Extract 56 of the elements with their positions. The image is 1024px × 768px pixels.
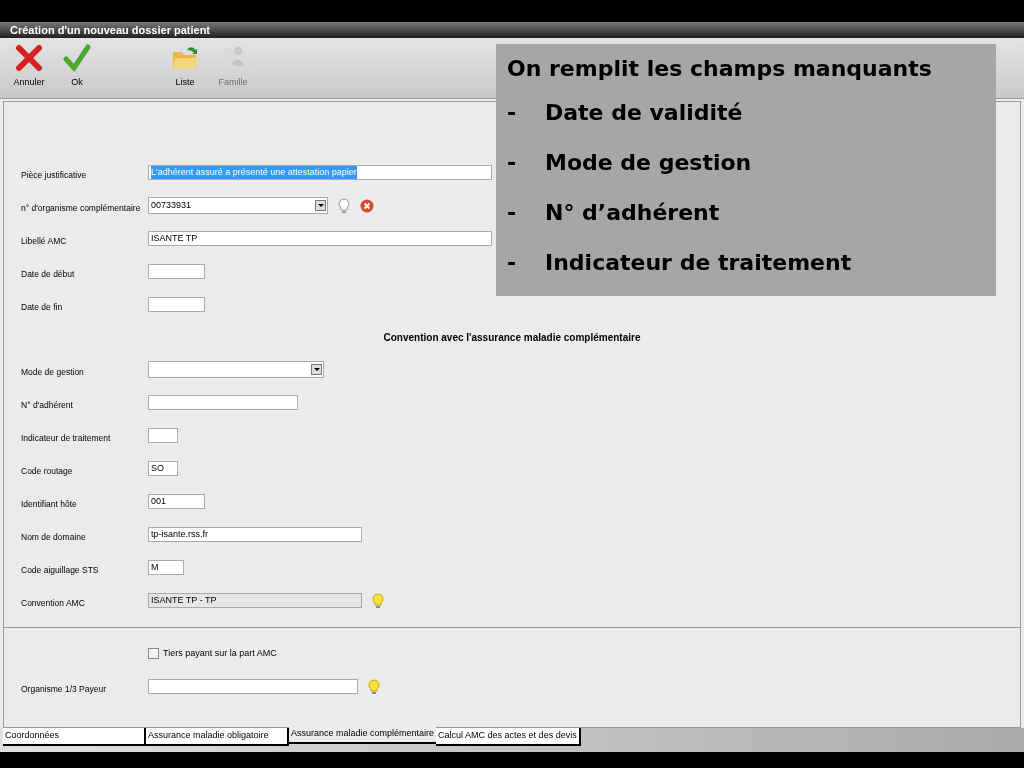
lightbulb-icon[interactable]: [368, 678, 380, 695]
field-label: Date de fin: [21, 301, 63, 312]
toolbar-button[interactable]: Liste: [168, 44, 202, 90]
checkmark-icon: [63, 44, 91, 72]
lightbulb-icon[interactable]: [372, 592, 384, 609]
text-field[interactable]: [148, 679, 358, 694]
field-label: Nom de domaine: [21, 531, 86, 542]
field-label: Organisme 1/3 Payeur: [21, 683, 107, 694]
dropdown-field[interactable]: [148, 361, 324, 378]
callout-title: On remplit les champs manquants: [507, 55, 933, 83]
callout-item: N° d’adhérent: [545, 199, 720, 228]
text-field[interactable]: [148, 428, 178, 443]
tab[interactable]: Coordonnées: [3, 728, 146, 746]
callout-item: Date de validité: [545, 99, 743, 128]
tab[interactable]: Calcul AMC des actes et des devis: [436, 728, 581, 746]
text-field[interactable]: tp-isante.rss.fr: [148, 527, 362, 542]
delete-icon[interactable]: [360, 198, 374, 213]
checkbox[interactable]: [148, 648, 159, 659]
tab[interactable]: Assurance maladie complémentaire: [289, 726, 437, 744]
section-heading: Convention avec l'assurance maladie complémentaire: [383, 330, 641, 345]
field-label: N° d'adhérent: [21, 399, 73, 410]
field-label: Convention AMC: [21, 597, 85, 608]
close-icon: [15, 44, 43, 72]
text-field[interactable]: [148, 395, 298, 410]
caret-icon[interactable]: [311, 364, 322, 375]
window-title: Création d'un nouveau dossier patient: [0, 22, 1024, 38]
text-field[interactable]: ISANTE TP - TP: [148, 593, 362, 608]
field-label: Libellé AMC: [21, 235, 67, 246]
checkbox-label: Tiers payant sur la part AMC: [163, 646, 277, 660]
bullet-dash: -: [507, 149, 518, 178]
text-field[interactable]: [148, 297, 205, 312]
text-field[interactable]: M: [148, 560, 184, 575]
field-label: Code aiguillage STS: [21, 564, 99, 575]
text-field[interactable]: SO: [148, 461, 178, 476]
field-label: Code routage: [21, 465, 73, 476]
callout-item: Indicateur de traitement: [545, 249, 852, 277]
bullet-dash: -: [507, 249, 518, 277]
text-field[interactable]: 001: [148, 494, 205, 509]
bullet-dash: -: [507, 99, 518, 128]
field-label: Mode de gestion: [21, 366, 84, 377]
text-field[interactable]: [148, 264, 205, 279]
callout-item: Mode de gestion: [545, 149, 752, 178]
toolbar-button[interactable]: Ok: [60, 44, 94, 90]
tab[interactable]: Assurance maladie obligatoire: [146, 728, 289, 746]
toolbar-button[interactable]: Annuler: [12, 44, 46, 90]
text-field[interactable]: ISANTE TP: [148, 231, 492, 246]
field-label: Indicateur de traitement: [21, 432, 111, 443]
caret-icon[interactable]: [315, 200, 326, 211]
lightbulb-icon[interactable]: [338, 197, 350, 214]
field-label: Date de début: [21, 268, 75, 279]
field-label: Pièce justificative: [21, 169, 87, 180]
bullet-dash: -: [507, 199, 518, 228]
field-label: Identifiant hôte: [21, 498, 77, 509]
field-label: n° d'organisme complémentaire: [21, 202, 141, 213]
folder-icon: [171, 44, 199, 72]
dropdown-field[interactable]: 00733931: [148, 197, 328, 214]
